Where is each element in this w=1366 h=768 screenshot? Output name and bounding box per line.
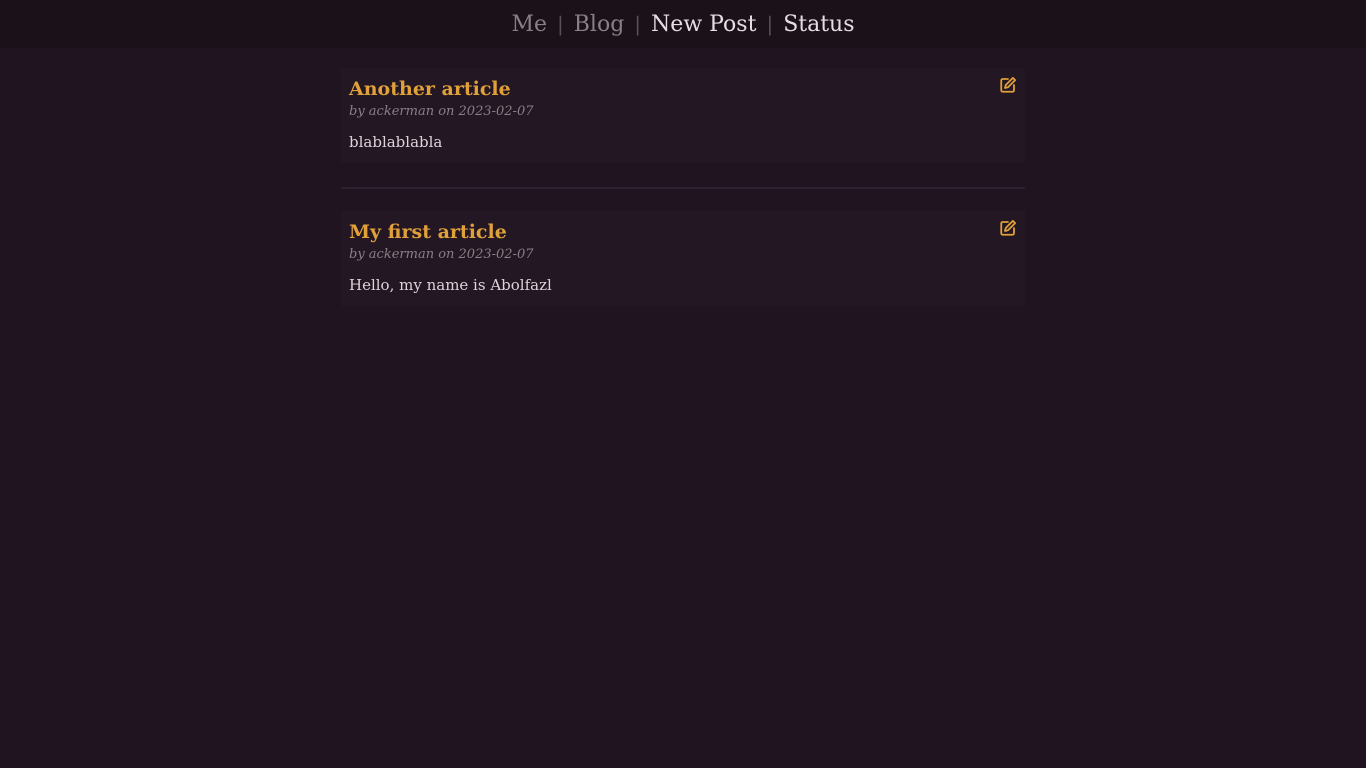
post-title[interactable]: My first article (349, 219, 1017, 245)
nav-link-me[interactable]: Me (509, 12, 549, 37)
post-card: My first article by ackerman on 2023-02-… (341, 211, 1025, 306)
top-navigation: Me | Blog | New Post | Status (0, 0, 1366, 48)
nav-separator: | (766, 12, 774, 36)
nav-separator: | (634, 12, 642, 36)
nav-link-new-post[interactable]: New Post (649, 12, 758, 37)
post-body: Hello, my name is Abolfazl (349, 276, 552, 294)
post-meta: by ackerman on 2023-02-07 (349, 247, 534, 262)
post-body: blablablabla (349, 133, 443, 151)
post-card: Another article by ackerman on 2023-02-0… (341, 68, 1025, 163)
edit-icon[interactable] (999, 76, 1017, 94)
post-title[interactable]: Another article (349, 76, 1017, 102)
edit-icon[interactable] (999, 219, 1017, 237)
post-list: Another article by ackerman on 2023-02-0… (341, 48, 1025, 306)
nav-separator: | (557, 12, 564, 36)
nav-link-blog[interactable]: Blog (572, 12, 627, 37)
nav-link-status[interactable]: Status (781, 12, 856, 37)
post-meta: by ackerman on 2023-02-07 (349, 104, 534, 119)
post-divider (341, 187, 1025, 189)
